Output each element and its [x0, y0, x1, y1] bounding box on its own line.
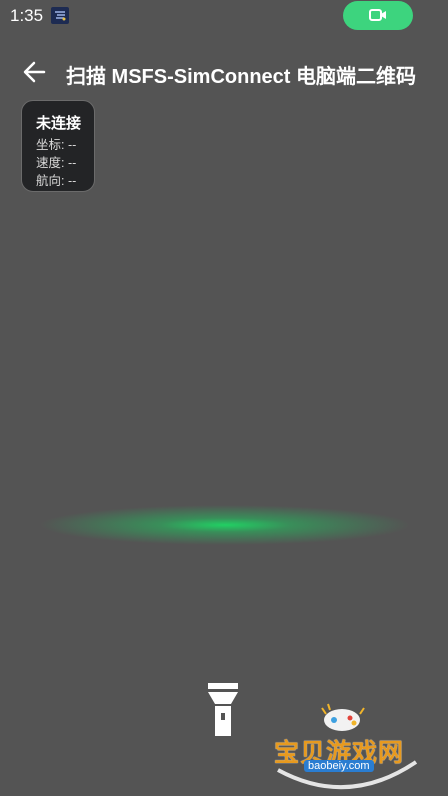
screen-record-indicator[interactable] — [343, 1, 413, 30]
heading-readout: 航向: -- — [36, 174, 77, 188]
page-title: 扫描 MSFS-SimConnect 电脑端二维码 — [66, 66, 417, 88]
scan-line — [40, 505, 410, 545]
video-camera-icon — [369, 9, 386, 21]
header: 扫描 MSFS-SimConnect 电脑端二维码 — [0, 48, 448, 96]
watermark-url: baobeiy.com — [304, 760, 374, 772]
connection-status: 未连接 — [36, 115, 82, 132]
flashlight-icon — [208, 683, 238, 736]
connection-status-card: 未连接 坐标: -- 速度: -- 航向: -- — [21, 100, 95, 192]
back-arrow-icon — [23, 61, 46, 83]
gamepad-icon — [324, 709, 360, 731]
app-notification-icon — [51, 7, 69, 24]
speed-readout: 速度: -- — [36, 156, 77, 170]
status-bar: 1:35 — [0, 0, 448, 32]
watermark: 宝贝游戏网 baobeiy.com — [268, 700, 428, 796]
status-time: 1:35 — [10, 6, 44, 25]
back-button[interactable] — [20, 58, 50, 86]
coordinate-readout: 坐标: -- — [36, 138, 77, 152]
flashlight-button[interactable] — [206, 682, 240, 738]
